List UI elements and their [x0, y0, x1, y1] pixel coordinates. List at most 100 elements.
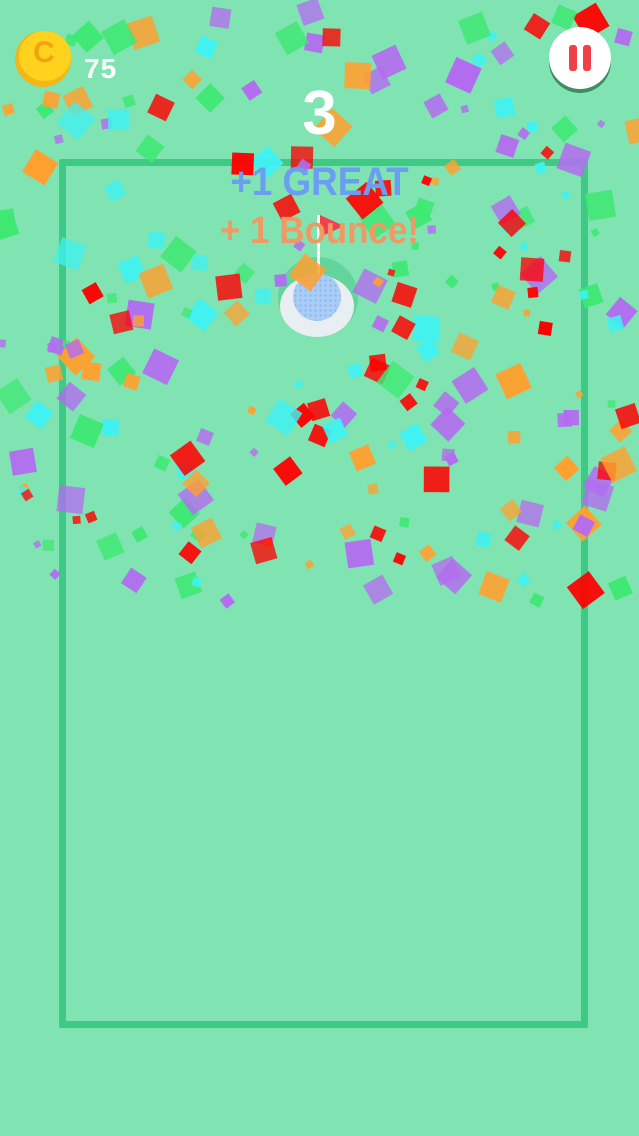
confetti-piece	[574, 389, 584, 399]
pause-icon	[569, 45, 577, 71]
confetti-piece	[369, 525, 387, 543]
confetti-piece	[191, 254, 209, 272]
confetti-piece	[550, 4, 578, 31]
confetti-piece	[475, 531, 493, 548]
confetti-piece	[9, 447, 37, 476]
coin-letter: C	[33, 36, 55, 69]
confetti-piece	[352, 268, 388, 304]
confetti-piece	[450, 332, 479, 361]
confetti-piece	[607, 575, 633, 601]
confetti-piece	[537, 320, 553, 336]
game-stage[interactable]: C 75 3 +1 GREAT + 1 Bounce!	[0, 0, 639, 1136]
confetti-piece	[304, 559, 315, 570]
confetti-piece	[169, 440, 206, 477]
confetti-piece	[579, 289, 589, 300]
confetti-piece	[239, 530, 249, 540]
confetti-piece	[0, 377, 32, 415]
pause-icon-bar	[583, 45, 591, 71]
confetti-piece	[614, 27, 633, 47]
confetti-piece	[178, 541, 202, 565]
confetti-piece	[347, 362, 364, 379]
confetti-piece	[131, 526, 149, 543]
confetti-piece	[451, 366, 489, 404]
confetti-piece	[219, 593, 236, 609]
confetti-piece	[120, 567, 147, 594]
confetti-piece	[0, 208, 16, 228]
confetti-piece	[367, 483, 379, 495]
confetti-piece	[553, 455, 580, 482]
confetti-piece	[412, 315, 440, 343]
confetti-piece	[84, 510, 98, 524]
confetti-piece	[348, 444, 377, 472]
confetti-piece	[495, 362, 532, 400]
confetti-piece	[293, 379, 304, 389]
confetti-piece	[339, 523, 356, 541]
confetti-piece	[106, 292, 118, 304]
confetti-piece	[504, 525, 530, 551]
confetti-piece	[387, 440, 397, 450]
confetti-piece	[362, 574, 394, 605]
confetti-piece	[523, 309, 531, 317]
confetti-piece	[102, 419, 119, 436]
confetti-piece	[418, 544, 437, 563]
confetti-piece	[138, 263, 174, 299]
confetti-piece	[223, 300, 250, 327]
confetti-piece	[196, 427, 214, 446]
confetti-piece	[430, 406, 466, 442]
confetti-piece	[344, 538, 375, 569]
confetti-piece	[478, 571, 510, 603]
confetti-piece	[215, 273, 243, 301]
confetti-piece	[0, 339, 7, 348]
confetti-piece	[247, 406, 257, 415]
confetti-piece	[391, 260, 410, 278]
confetti-piece	[273, 456, 303, 486]
confetti-piece	[81, 361, 102, 382]
confetti-piece	[274, 21, 309, 56]
confetti-piece	[47, 342, 58, 353]
confetti-piece	[399, 516, 410, 528]
confetti-piece	[529, 592, 545, 608]
confetti-piece	[519, 257, 545, 282]
confetti-piece	[508, 431, 521, 444]
confetti-piece	[132, 315, 145, 327]
confetti-piece	[264, 398, 303, 437]
confetti-piece	[391, 315, 416, 340]
confetti-piece	[194, 35, 219, 60]
confetti-piece	[71, 20, 104, 53]
confetti-piece	[392, 552, 407, 566]
confetti-piece	[523, 13, 551, 40]
confetti-piece	[56, 485, 86, 515]
confetti-piece	[44, 364, 64, 383]
confetti-piece	[607, 399, 616, 409]
confetti-piece	[371, 315, 389, 333]
confetti-piece	[56, 381, 87, 412]
confetti-piece	[516, 499, 545, 528]
confetti-piece	[274, 273, 288, 287]
confetti-piece	[423, 466, 450, 493]
confetti-piece	[415, 377, 429, 392]
confetti-piece	[566, 571, 605, 610]
confetti-piece	[42, 539, 54, 551]
confetti-piece	[516, 572, 531, 588]
confetti-piece	[209, 6, 232, 29]
confetti-piece	[153, 454, 171, 472]
confetti-piece	[457, 11, 491, 45]
confetti-piece	[190, 517, 222, 549]
confetti-piece	[296, 0, 325, 26]
confetti-piece	[563, 409, 579, 426]
confetti-piece	[399, 422, 428, 452]
confetti-piece	[249, 447, 259, 457]
confetti-piece	[255, 288, 271, 305]
confetti-piece	[527, 286, 539, 299]
confetti-piece	[49, 568, 61, 580]
confetti-piece	[81, 282, 104, 305]
confetti-piece	[24, 400, 54, 430]
confetti-piece	[33, 540, 42, 549]
confetti-piece	[399, 393, 418, 412]
score-counter: 3	[302, 79, 337, 148]
confetti-piece	[69, 413, 104, 449]
confetti-piece	[490, 41, 515, 66]
bounce-feedback-text: + 1 Bounce!	[219, 210, 420, 252]
pause-button[interactable]	[549, 27, 611, 89]
confetti-piece	[322, 28, 341, 47]
